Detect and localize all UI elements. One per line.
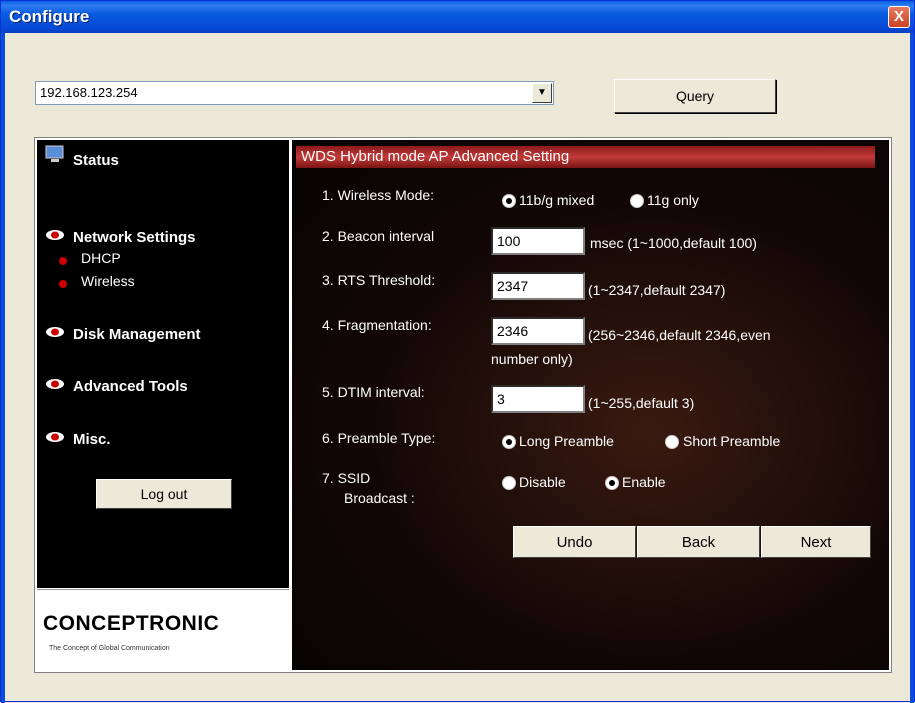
logout-button[interactable]: Log out [96,479,232,509]
radio-ssid-disable-label: Disable [519,474,566,490]
ssid-broadcast-label-2: Broadcast : [344,490,415,506]
dtim-interval-hint: (1~255,default 3) [588,395,695,411]
radio-11bg-mixed[interactable] [502,194,516,208]
radio-ssid-disable[interactable] [502,476,516,490]
radio-long-preamble[interactable] [502,435,516,449]
beacon-interval-input[interactable]: 100 [491,227,585,255]
ssid-broadcast-label: 7. SSID [322,470,371,486]
logo-tagline: The Concept of Global Communication [49,645,170,652]
bullet-icon [59,280,67,288]
chevron-down-icon[interactable]: ▼ [532,83,552,103]
logo-wordmark: CONCEPTRONIC [43,612,220,635]
fragmentation-hint: (256~2346,default 2346,even [588,327,771,343]
radio-short-preamble[interactable] [665,435,679,449]
eye-icon [46,379,64,389]
address-combobox[interactable]: 192.168.123.254 ▼ [35,81,554,105]
sidebar: Status Network Settings DHCP Wireless Di… [37,140,289,588]
fragmentation-input[interactable]: 2346 [491,317,585,345]
eye-icon [46,327,64,337]
window-border-left [1,33,5,703]
next-button[interactable]: Next [761,526,871,558]
radio-long-preamble-label: Long Preamble [519,433,614,449]
nav-status[interactable]: Status [73,152,119,169]
rts-threshold-hint: (1~2347,default 2347) [588,282,726,298]
bullet-icon [59,257,67,265]
configure-window: Configure X 192.168.123.254 ▼ Query Stat… [0,0,915,703]
title-bar[interactable]: Configure X [1,1,914,33]
dtim-interval-input[interactable]: 3 [491,385,585,413]
wireless-mode-label: 1. Wireless Mode: [322,187,435,203]
radio-ssid-enable-label: Enable [622,474,666,490]
eye-icon [46,230,64,240]
window-border-right [910,33,914,703]
nav-misc[interactable]: Misc. [73,431,111,448]
radio-11bg-mixed-label: 11b/g mixed [519,192,595,208]
nav-network-settings[interactable]: Network Settings [73,229,196,246]
beacon-interval-label: 2. Beacon interval [322,228,435,244]
query-button[interactable]: Query [614,79,776,113]
preamble-type-label: 6. Preamble Type: [322,430,436,446]
nav-wireless[interactable]: Wireless [81,273,135,289]
conceptronic-logo: CONCEPTRONIC The Concept of Global Commu… [37,589,289,671]
fragmentation-label: 4. Fragmentation: [322,317,432,333]
address-value: 192.168.123.254 [40,85,138,100]
back-button[interactable]: Back [637,526,760,558]
dtim-interval-label: 5. DTIM interval: [322,384,425,400]
window-title: Configure [9,7,90,26]
radio-11g-only-label: 11g only [647,192,699,208]
section-title: WDS Hybrid mode AP Advanced Setting [296,146,875,168]
eye-icon [46,432,64,442]
radio-11g-only[interactable] [630,194,644,208]
monitor-icon [45,145,64,162]
rts-threshold-input[interactable]: 2347 [491,272,585,300]
nav-dhcp[interactable]: DHCP [81,250,121,266]
fragmentation-hint-2: number only) [491,351,573,367]
nav-advanced-tools[interactable]: Advanced Tools [73,378,188,395]
close-button[interactable]: X [888,6,910,28]
nav-disk-management[interactable]: Disk Management [73,326,201,343]
undo-button[interactable]: Undo [513,526,636,558]
rts-threshold-label: 3. RTS Threshold: [322,272,436,288]
radio-short-preamble-label: Short Preamble [683,433,781,449]
radio-ssid-enable[interactable] [605,476,619,490]
beacon-interval-hint: msec (1~1000,default 100) [590,235,757,251]
